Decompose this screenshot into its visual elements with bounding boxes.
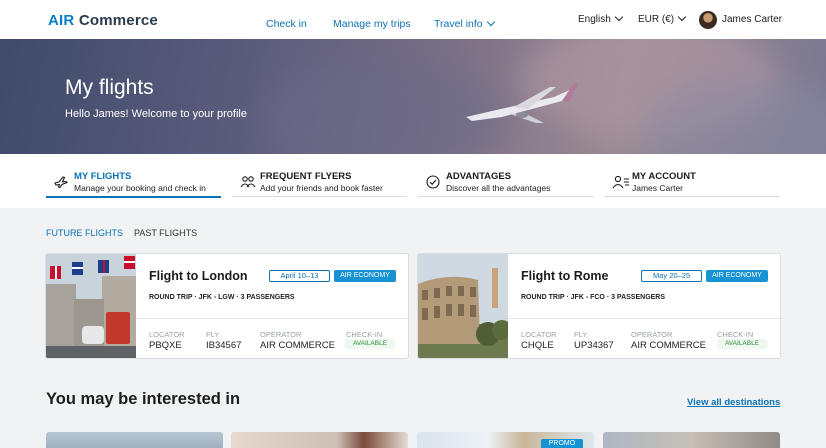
chevron-down-icon [677, 12, 687, 22]
nav-travel-info[interactable]: Travel info [434, 17, 495, 30]
user-name[interactable]: James Carter [722, 14, 782, 25]
flight-dates: May 20–25 [641, 270, 702, 282]
language-label: English [578, 14, 611, 25]
chevron-down-icon [486, 17, 495, 27]
locator-label: LOCATOR [521, 330, 557, 339]
trip-details: ROUND TRIP · JFK - LGW · 3 PASSENGERS [149, 294, 295, 301]
tab-title: MY ACCOUNT [632, 171, 696, 182]
nav-travel-info-label: Travel info [434, 18, 483, 30]
flight-title: Flight to Rome [521, 269, 609, 283]
rome-image [418, 254, 508, 358]
logo[interactable]: AIR Commerce [48, 12, 158, 29]
london-image [46, 254, 136, 358]
tab-my-flights[interactable]: MY FLIGHTS Manage your booking and check… [46, 154, 221, 198]
tab-advantages[interactable]: ADVANTAGES Discover all the advantages [418, 154, 594, 198]
language-selector[interactable]: English [578, 12, 624, 25]
promo-badge: PROMO [541, 439, 583, 448]
welcome-text: Hello James! Welcome to your profile [65, 108, 247, 120]
operator-label: OPERATOR [631, 330, 673, 339]
tab-past-flights[interactable]: PAST FLIGHTS [134, 228, 197, 238]
view-all-destinations-link[interactable]: View all destinations [687, 397, 780, 408]
tab-future-flights[interactable]: FUTURE FLIGHTS [46, 228, 123, 238]
tab-subtitle: Discover all the advantages [446, 183, 551, 193]
currency-selector[interactable]: EUR (€) [638, 12, 687, 25]
hero-banner: My flights Hello James! Welcome to your … [0, 39, 826, 154]
tab-title: ADVANTAGES [446, 171, 512, 182]
nav-manage-my-trips[interactable]: Manage my trips [333, 18, 411, 30]
checkin-status-badge[interactable]: AVAILABLE [345, 339, 395, 349]
checkin-label: CHECK-IN [717, 330, 754, 339]
fly-value: UP34367 [574, 340, 614, 351]
checkin-status-badge[interactable]: AVAILABLE [717, 339, 767, 349]
operator-label: OPERATOR [260, 330, 302, 339]
fare-class-badge: AIR ECONOMY [706, 270, 768, 282]
locator-label: LOCATOR [149, 330, 185, 339]
card-divider [508, 318, 780, 319]
checkin-label: CHECK-IN [346, 330, 383, 339]
tab-underline [604, 196, 780, 197]
fare-class-badge: AIR ECONOMY [334, 270, 396, 282]
operator-value: AIR COMMERCE [260, 340, 335, 351]
locator-value: PBQXE [149, 340, 182, 351]
currency-label: EUR (€) [638, 14, 675, 25]
tab-subtitle: James Carter [632, 183, 684, 193]
chevron-down-icon [614, 12, 624, 22]
tab-subtitle: Add your friends and book faster [260, 183, 383, 193]
tab-title: MY FLIGHTS [74, 171, 132, 182]
tab-title: FREQUENT FLYERS [260, 171, 352, 182]
logo-air: AIR [48, 12, 75, 29]
nav-check-in[interactable]: Check in [266, 18, 307, 30]
tab-my-account[interactable]: MY ACCOUNT James Carter [604, 154, 780, 198]
airplane-image [466, 83, 578, 123]
flight-card-london[interactable]: Flight to London April 10–13 AIR ECONOMY… [45, 253, 409, 359]
destination-card[interactable] [46, 432, 223, 448]
top-header: AIR Commerce Check in Manage my trips Tr… [0, 0, 826, 39]
profile-tabs: MY FLIGHTS Manage your booking and check… [0, 154, 826, 208]
card-divider [136, 318, 408, 319]
trip-details: ROUND TRIP · JFK - FCO · 3 PASSENGERS [521, 294, 666, 301]
fly-label: FLY [574, 330, 588, 339]
locator-value: CHQLE [521, 340, 554, 351]
user-icon [612, 175, 629, 189]
section-title: You may be interested in [46, 390, 241, 408]
flight-title: Flight to London [149, 269, 248, 283]
destination-card[interactable] [231, 432, 408, 448]
tab-subtitle: Manage your booking and check in [74, 183, 206, 193]
fly-label: FLY [206, 330, 220, 339]
tab-underline [418, 196, 594, 197]
operator-value: AIR COMMERCE [631, 340, 706, 351]
logo-commerce: Commerce [78, 12, 158, 29]
tab-underline [46, 196, 221, 198]
page-title: My flights [65, 76, 154, 99]
avatar[interactable] [699, 11, 717, 29]
flight-dates: April 10–13 [269, 270, 330, 282]
destination-card[interactable] [603, 432, 780, 448]
plane-icon [54, 176, 68, 189]
tab-frequent-flyers[interactable]: FREQUENT FLYERS Add your friends and boo… [232, 154, 407, 198]
check-circle-icon [426, 175, 440, 189]
flight-card-rome[interactable]: Flight to Rome May 20–25 AIR ECONOMY ROU… [417, 253, 781, 359]
fly-value: IB34567 [206, 340, 242, 351]
users-icon [240, 176, 256, 188]
tab-underline [232, 196, 407, 197]
